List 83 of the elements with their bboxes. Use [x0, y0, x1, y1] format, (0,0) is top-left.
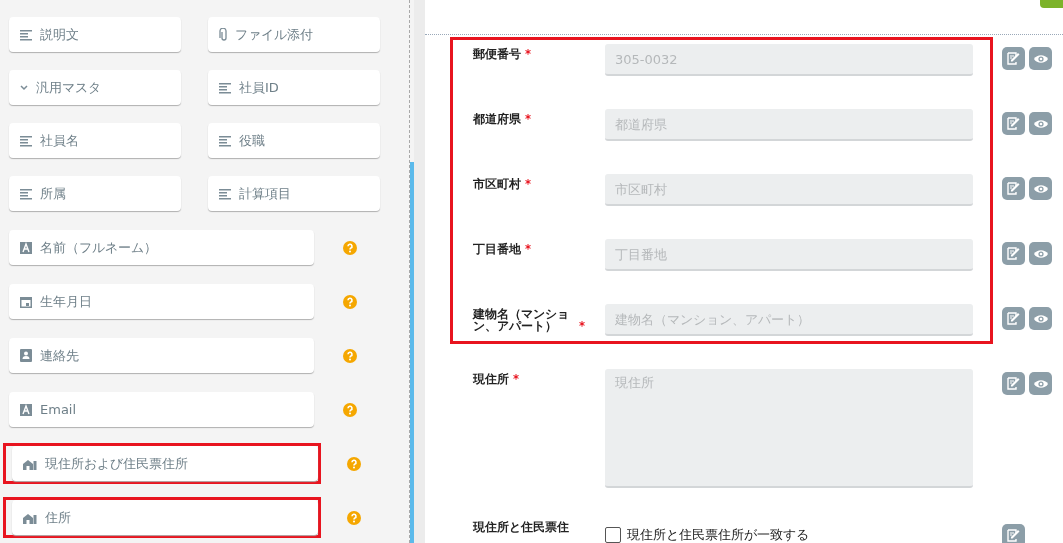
required-mark: *: [513, 373, 519, 385]
pencil-icon: [1006, 528, 1021, 543]
required-mark: *: [525, 178, 531, 190]
required-mark: *: [525, 113, 531, 125]
field-label: 都道府県: [473, 113, 521, 125]
field-label: 丁目番地: [473, 243, 521, 255]
text-lines-icon: [219, 187, 231, 200]
letter-a-icon: [20, 403, 32, 416]
pencil-icon: [1006, 246, 1021, 261]
help-icon: [343, 348, 357, 363]
item-label: ファイル添付: [235, 25, 313, 44]
view-button[interactable]: [1029, 112, 1052, 135]
field-type-item[interactable]: 社員ID: [208, 70, 380, 105]
item-label: 役職: [239, 131, 265, 150]
pencil-icon: [1006, 181, 1021, 196]
field-label: 建物名（マンション、アパート）: [473, 308, 570, 332]
item-label: 社員ID: [239, 78, 279, 97]
field-type-item[interactable]: 汎用マスタ: [9, 70, 181, 105]
checkbox[interactable]: [605, 527, 621, 543]
help-icon: [347, 456, 361, 471]
contact-card-icon: [20, 349, 32, 362]
field-type-item[interactable]: 連絡先: [9, 338, 314, 373]
pencil-icon: [1006, 376, 1021, 391]
view-button[interactable]: [1029, 307, 1052, 330]
required-mark: *: [579, 320, 585, 332]
help-icon: [343, 294, 357, 309]
letter-a-icon: [20, 241, 32, 254]
item-label: 住所: [45, 508, 71, 527]
field-type-item[interactable]: 説明文: [9, 17, 181, 52]
item-label: Email: [40, 402, 77, 417]
item-label: 計算項目: [239, 184, 291, 203]
item-label: 汎用マスタ: [36, 78, 101, 97]
edit-button[interactable]: [1002, 372, 1025, 395]
text-lines-icon: [20, 134, 32, 147]
text-lines-icon: [219, 134, 231, 147]
text-lines-icon: [219, 81, 231, 94]
checkbox-label: 現住所と住民票住所が一致する: [627, 526, 809, 543]
item-label: 説明文: [40, 25, 79, 44]
view-button[interactable]: [1029, 47, 1052, 70]
edit-button[interactable]: [1002, 307, 1025, 330]
text-lines-icon: [20, 187, 32, 200]
item-label: 名前（フルネーム）: [40, 238, 157, 257]
edit-button[interactable]: [1002, 177, 1025, 200]
field-type-item[interactable]: 計算項目: [208, 176, 380, 211]
edit-button[interactable]: [1002, 112, 1025, 135]
field-type-item[interactable]: 名前（フルネーム）: [9, 230, 314, 265]
text-lines-icon: [20, 28, 32, 41]
pencil-icon: [1006, 51, 1021, 66]
item-label: 生年月日: [40, 292, 92, 311]
item-label: 現住所および住民票住所: [45, 454, 188, 473]
edit-button[interactable]: [1002, 524, 1025, 543]
item-label: 所属: [40, 184, 66, 203]
field-type-item[interactable]: 社員名: [9, 123, 181, 158]
paperclip-icon: [219, 27, 227, 42]
edit-button[interactable]: [1002, 47, 1025, 70]
pencil-icon: [1006, 116, 1021, 131]
item-label: 社員名: [40, 131, 79, 150]
field-type-item[interactable]: ファイル添付: [208, 17, 380, 52]
view-button[interactable]: [1029, 242, 1052, 265]
field-type-item[interactable]: Email: [9, 392, 314, 427]
field-type-item[interactable]: 役職: [208, 123, 380, 158]
field-type-item[interactable]: 生年月日: [9, 284, 314, 319]
required-mark: *: [525, 48, 531, 60]
view-button[interactable]: [1029, 372, 1052, 395]
field-label: 市区町村: [473, 178, 521, 190]
view-button[interactable]: [1029, 177, 1052, 200]
field-type-item[interactable]: 所属: [9, 176, 181, 211]
help-icon: [347, 510, 361, 525]
house-icon: [23, 457, 37, 470]
field-type-item[interactable]: 住所: [12, 500, 318, 535]
field-label: 郵便番号: [473, 48, 521, 60]
help-icon: [343, 240, 357, 255]
field-label: 現住所: [473, 373, 509, 385]
item-label: 連絡先: [40, 346, 79, 365]
chevron-down-icon: [20, 84, 28, 91]
required-mark: *: [525, 243, 531, 255]
help-icon: [343, 402, 357, 417]
pencil-icon: [1006, 311, 1021, 326]
edit-button[interactable]: [1002, 242, 1025, 265]
house-icon: [23, 511, 37, 524]
field-type-item[interactable]: 現住所および住民票住所: [12, 446, 318, 481]
field-label: 現住所と住民票住: [473, 521, 569, 533]
calendar-icon: [20, 295, 32, 308]
